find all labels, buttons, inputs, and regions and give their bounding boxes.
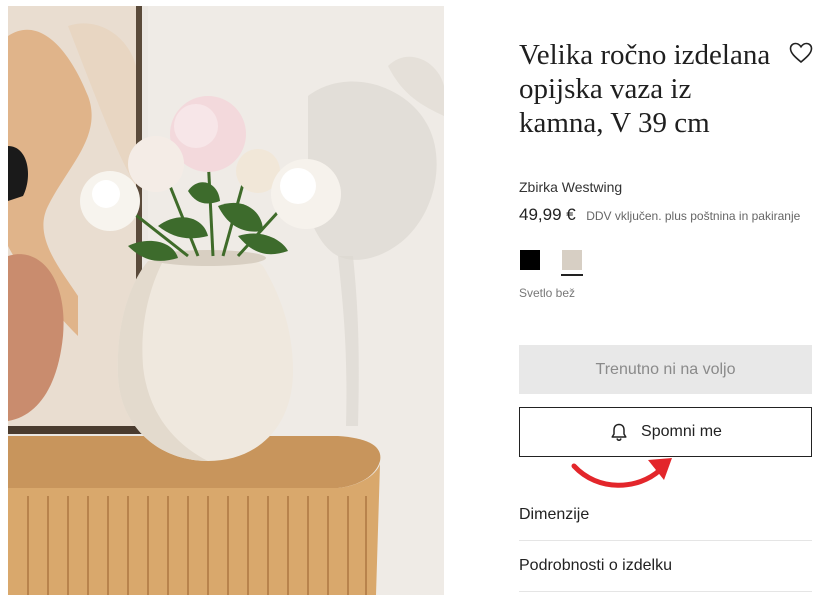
selected-color-name: Svetlo bež bbox=[519, 286, 576, 300]
divider bbox=[519, 591, 812, 592]
divider bbox=[519, 540, 812, 541]
accordion-product-details[interactable]: Podrobnosti o izdelku bbox=[519, 557, 812, 575]
notify-me-label: Spomni me bbox=[641, 423, 722, 440]
color-swatch-black[interactable] bbox=[520, 250, 540, 270]
wishlist-button[interactable] bbox=[789, 42, 813, 64]
notify-me-button[interactable]: Spomni me bbox=[519, 407, 812, 457]
product-title: Velika ročno izdelana opijska vaza iz ka… bbox=[519, 39, 771, 139]
vase-photo bbox=[8, 6, 444, 595]
product-image[interactable] bbox=[8, 6, 444, 595]
annotation-arrow-icon bbox=[571, 458, 672, 488]
price-row: 49,99 € DDV vključen. plus poštnina in p… bbox=[519, 205, 800, 225]
accordion-dimensions[interactable]: Dimenzije bbox=[519, 506, 812, 524]
vat-note: DDV vključen. plus poštnina in pakiranje bbox=[586, 209, 801, 223]
unavailable-label: Trenutno ni na voljo bbox=[595, 360, 736, 378]
selected-swatch-indicator bbox=[561, 274, 583, 276]
price: 49,99 € bbox=[519, 205, 576, 224]
brand-name[interactable]: Zbirka Westwing bbox=[519, 179, 622, 195]
color-swatch-light-beige[interactable] bbox=[562, 250, 582, 270]
unavailable-button: Trenutno ni na voljo bbox=[519, 345, 812, 394]
heart-icon bbox=[789, 42, 813, 64]
bell-icon bbox=[611, 423, 627, 442]
